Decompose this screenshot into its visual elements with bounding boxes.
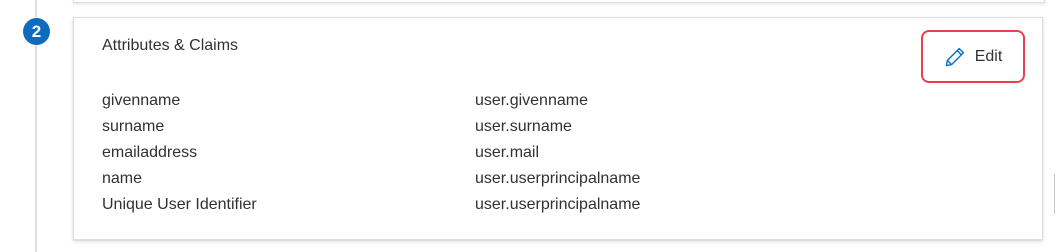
claims-list: givenname user.givenname surname user.su…: [102, 88, 802, 218]
step-number-badge: 2: [23, 18, 50, 45]
claim-value: user.userprincipalname: [475, 196, 641, 213]
claim-value: user.mail: [475, 144, 540, 161]
claim-name: surname: [102, 118, 165, 135]
claim-name: emailaddress: [102, 144, 198, 161]
scrollbar[interactable]: [1054, 174, 1058, 214]
claim-value: user.givenname: [475, 92, 588, 109]
claim-row: givenname user.givenname: [102, 88, 802, 114]
claim-row: name user.userprincipalname: [102, 166, 802, 192]
claim-row: Unique User Identifier user.userprincipa…: [102, 192, 802, 218]
edit-button-label: Edit: [974, 47, 1003, 65]
claim-value: user.userprincipalname: [475, 170, 641, 187]
attributes-claims-card: Attributes & Claims Edit givenname user.…: [73, 17, 1043, 240]
attributes-claims-section: 2 Attributes & Claims Edit givenname use…: [0, 0, 1058, 252]
claim-name: name: [102, 170, 143, 187]
claim-row: surname user.surname: [102, 114, 802, 140]
claim-value: user.surname: [475, 118, 572, 135]
pencil-icon: [944, 46, 966, 68]
claim-row: emailaddress user.mail: [102, 140, 802, 166]
claim-name: Unique User Identifier: [102, 196, 257, 213]
card-title: Attributes & Claims: [102, 37, 239, 54]
previous-card-edge: [73, 0, 1045, 3]
claim-name: givenname: [102, 92, 181, 109]
edit-button[interactable]: Edit: [921, 30, 1025, 83]
